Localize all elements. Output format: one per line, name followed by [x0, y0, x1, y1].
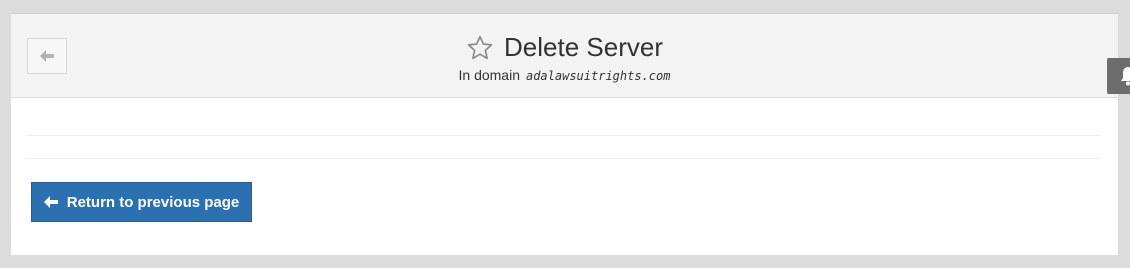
subtitle-prefix: In domain [458, 67, 520, 83]
divider [26, 135, 1101, 136]
page-header: Delete Server In domain adalawsuitrights… [11, 14, 1118, 98]
divider [26, 158, 1101, 159]
domain-name: adalawsuitrights.com [525, 69, 671, 83]
page-subtitle: In domain adalawsuitrights.com [11, 67, 1118, 83]
content-panel: Delete Server In domain adalawsuitrights… [11, 13, 1118, 255]
title-row: Delete Server [11, 32, 1118, 63]
notification-tab[interactable] [1107, 58, 1130, 94]
page-title: Delete Server [504, 32, 663, 62]
return-button-label: Return to previous page [66, 193, 240, 211]
return-to-previous-page-button[interactable]: Return to previous page [31, 182, 252, 222]
bell-icon [1121, 67, 1130, 86]
arrow-left-icon [43, 196, 58, 208]
star-outline-icon[interactable] [466, 34, 494, 62]
